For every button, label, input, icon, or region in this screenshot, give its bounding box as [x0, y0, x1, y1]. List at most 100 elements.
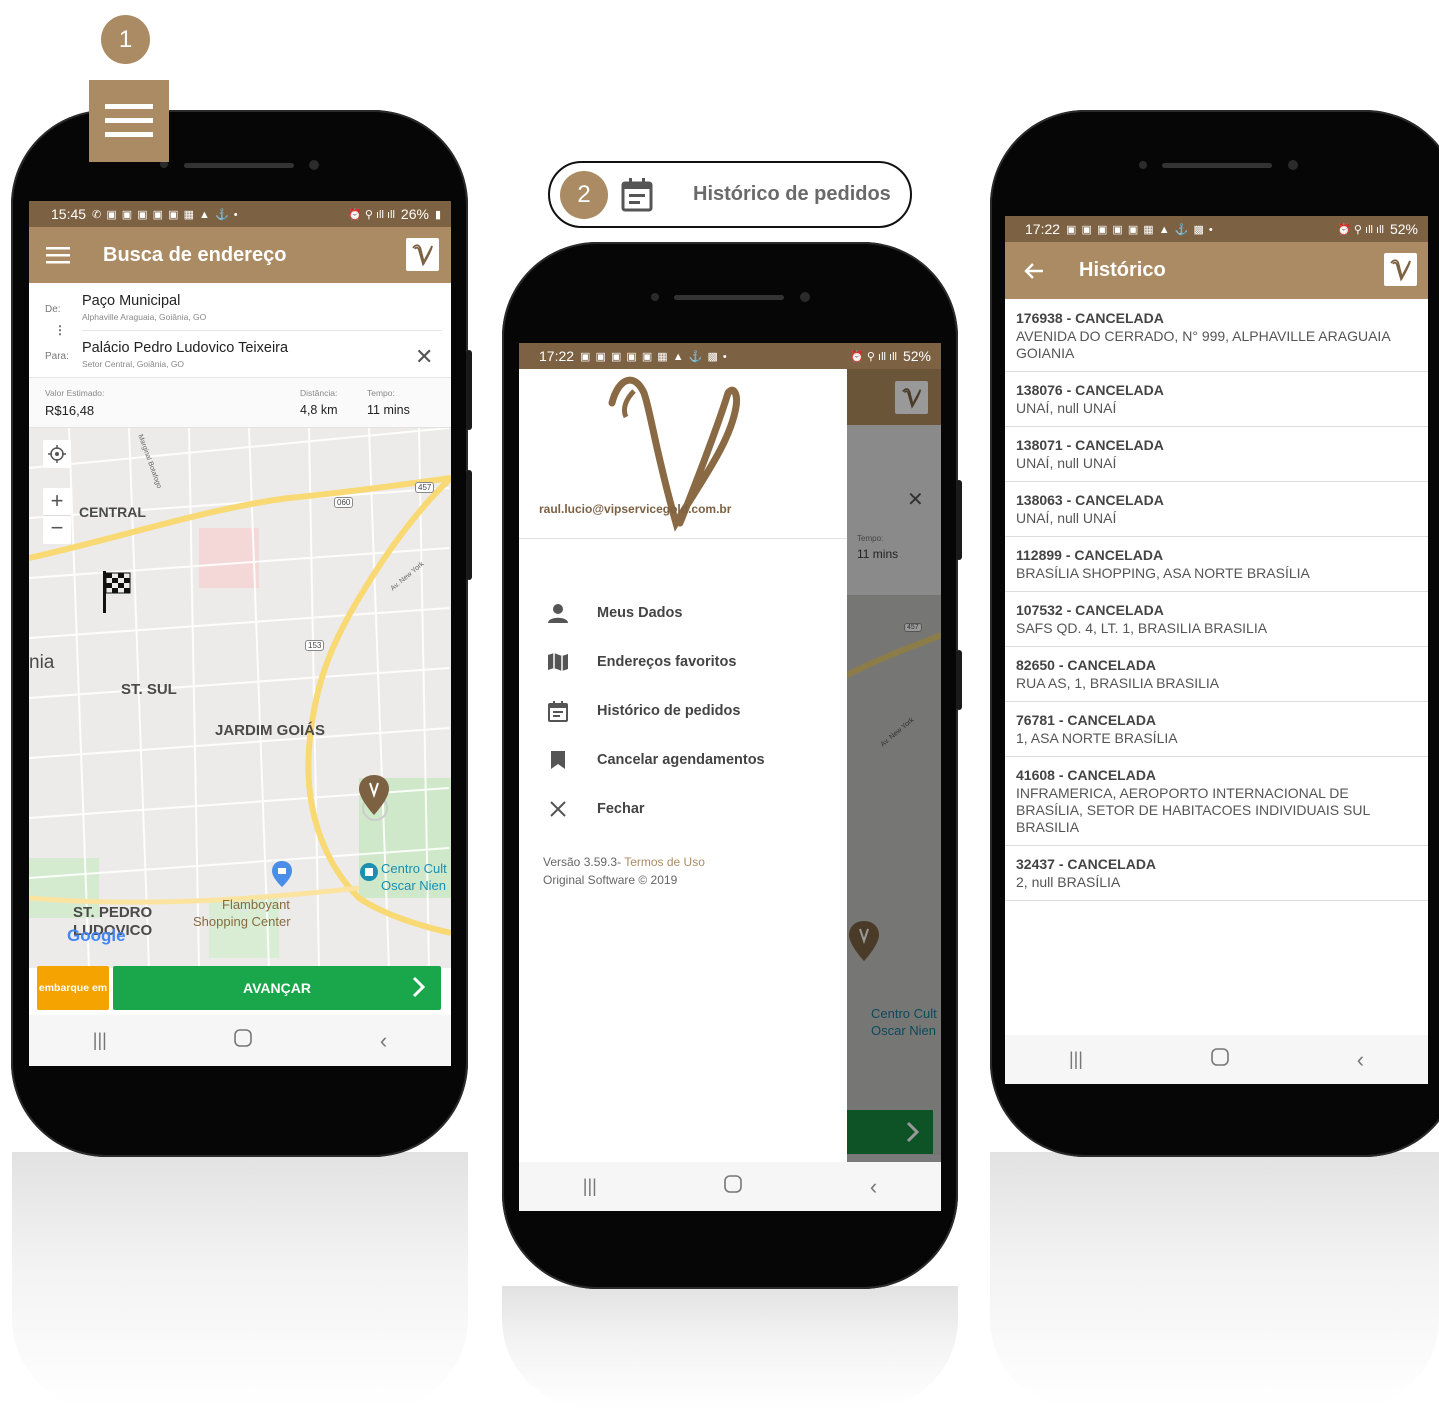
checkered-flag-icon [103, 571, 133, 618]
order-row[interactable]: 138076 - CANCELADA UNAÍ, null UNAÍ [1005, 372, 1428, 427]
navigation-drawer: raul.lucio@vipservicegold.com.br Meus Da… [519, 369, 847, 1162]
order-history-list: 176938 - CANCELADA AVENIDA DO CERRADO, N°… [1005, 300, 1428, 1035]
back-icon[interactable]: ‹ [870, 1174, 877, 1200]
step-2-label: Histórico de pedidos [693, 183, 891, 205]
drawer-item-label: Histórico de pedidos [597, 703, 741, 719]
from-name: Paço Municipal [82, 293, 181, 309]
time-label: Tempo: [367, 388, 395, 398]
zoom-controls: + − [43, 488, 71, 544]
google-logo: Google [67, 926, 126, 945]
home-icon[interactable] [1211, 1048, 1229, 1071]
embarque-button[interactable]: embarque em [37, 966, 109, 1010]
from-field[interactable]: Paço Municipal Alphaville Araguaia, Goiâ… [82, 293, 442, 331]
order-row[interactable]: 41608 - CANCELADA INFRAMERICA, AEROPORTO … [1005, 757, 1428, 846]
value-label: Valor Estimado: [45, 388, 105, 398]
order-address: SAFS QD. 4, LT. 1, BRASILIA BRASILIA [1016, 620, 1268, 636]
map-label-st-pedro: ST. PEDRO [73, 904, 153, 921]
menu-icon[interactable] [29, 246, 87, 264]
drawer-item-historico[interactable]: Histórico de pedidos [519, 696, 847, 726]
drawer-item-enderecos[interactable]: Endereços favoritos [519, 647, 847, 677]
map-view[interactable]: CENTRAL nia ST. SUL JARDIM GOIÁS ST. PED… [29, 428, 451, 968]
to-address: Setor Central, Goiânia, GO [82, 359, 185, 369]
brand-logo-icon [406, 238, 439, 271]
order-title: 107532 - CANCELADA [1016, 602, 1164, 618]
version-text: Versão 3.59.3 [543, 855, 618, 869]
drawer-item-fechar[interactable]: Fechar [519, 794, 847, 824]
home-icon[interactable] [724, 1175, 743, 1198]
shopping-pin-icon [272, 861, 292, 892]
clear-destination-icon[interactable]: ✕ [415, 346, 433, 368]
order-row[interactable]: 176938 - CANCELADA AVENIDA DO CERRADO, N°… [1005, 300, 1428, 372]
order-row[interactable]: 76781 - CANCELADA 1, ASA NORTE BRASÍLIA [1005, 702, 1428, 757]
step-1-badge: 1 [101, 15, 150, 64]
order-title: 138071 - CANCELADA [1016, 437, 1164, 453]
step-2-callout: 2 Histórico de pedidos [548, 161, 912, 228]
battery-level: 26% [400, 206, 429, 222]
phone-speaker [1162, 163, 1272, 168]
back-arrow-icon[interactable] [1005, 262, 1063, 280]
museum-pin-icon [359, 862, 379, 887]
distance-value: 4,8 km [300, 403, 338, 417]
drawer-item-label: Meus Dados [597, 605, 683, 621]
phone-speaker [674, 295, 784, 300]
estimated-value: R$16,48 [45, 403, 95, 418]
behind-time-value: 11 mins [857, 547, 899, 561]
locate-me-icon[interactable] [43, 440, 71, 468]
recents-icon[interactable]: ||| [583, 1176, 597, 1197]
map-label-st-sul: ST. SUL [121, 681, 177, 698]
zoom-in-icon[interactable]: + [43, 488, 71, 516]
order-row[interactable]: 138071 - CANCELADA UNAÍ, null UNAÍ [1005, 427, 1428, 482]
order-row[interactable]: 112899 - CANCELADA BRASÍLIA SHOPPING, ASA… [1005, 537, 1428, 592]
version-info: Versão 3.59.3- Termos de Uso Original So… [543, 855, 705, 887]
step-1-number: 1 [118, 25, 133, 53]
phone-camera [800, 292, 810, 302]
side-button [466, 350, 472, 430]
drawer-item-cancelar[interactable]: Cancelar agendamentos [519, 745, 847, 775]
phone1-screen: 15:45 ✆ ▣ ▣ ▣ ▣ ▣ ▦ ▲ ⚓ • ⏰ ⚲ ıll ıll 26… [29, 201, 451, 1066]
advance-button[interactable]: AVANÇAR [113, 966, 441, 1010]
behind-centro-cultural: Centro Cult [871, 1006, 937, 1021]
battery-level: 52% [1389, 221, 1418, 237]
order-title: 138076 - CANCELADA [1016, 382, 1164, 398]
order-row[interactable]: 138063 - CANCELADA UNAÍ, null UNAÍ [1005, 482, 1428, 537]
order-address: BRASÍLIA SHOPPING, ASA NORTE BRASÍLIA [1016, 565, 1310, 581]
android-nav-bar: ||| ‹ [29, 1015, 451, 1066]
phone1-reflection [12, 1152, 468, 1409]
close-icon: ✕ [907, 489, 924, 511]
close-icon [519, 800, 597, 818]
drawer-header: raul.lucio@vipservicegold.com.br [519, 369, 847, 539]
status-bar: 17:22 ▣ ▣ ▣ ▣ ▣ ▦ ▲ ⚓ ▩ • ⏰ ⚲ ıll ıll 52… [519, 343, 941, 369]
to-field[interactable]: Palácio Pedro Ludovico Teixeira Setor Ce… [82, 340, 402, 376]
map-label-centro-cultural: Centro Cult [381, 861, 447, 876]
terms-link[interactable]: Termos de Uso [624, 855, 705, 869]
step-2-number: 2 [577, 181, 591, 208]
order-row[interactable]: 107532 - CANCELADA SAFS QD. 4, LT. 1, BRA… [1005, 592, 1428, 647]
back-icon[interactable]: ‹ [1357, 1047, 1364, 1073]
recents-icon[interactable]: ||| [1069, 1049, 1083, 1070]
drawer-item-meus-dados[interactable]: Meus Dados [519, 598, 847, 628]
zoom-out-icon[interactable]: − [43, 516, 71, 544]
phone-sensor [1139, 161, 1147, 169]
step-2-badge: 2 [560, 171, 608, 219]
order-row[interactable]: 32437 - CANCELADA 2, null BRASÍLIA [1005, 846, 1428, 901]
drawer-item-label: Fechar [597, 801, 645, 817]
copyright-text: Original Software © 2019 [543, 873, 678, 887]
more-dots-icon: ⋮ [54, 323, 66, 337]
back-icon[interactable]: ‹ [380, 1028, 387, 1054]
battery-level: 52% [902, 348, 931, 364]
recents-icon[interactable]: ||| [93, 1030, 107, 1051]
home-icon[interactable] [234, 1029, 253, 1052]
advance-label: AVANÇAR [243, 980, 311, 996]
page-title: Busca de endereço [103, 243, 287, 266]
menu-highlight-button[interactable] [89, 80, 169, 162]
menu-icon-large [105, 104, 153, 137]
estimate-panel: Valor Estimado: R$16,48 Distância: 4,8 k… [29, 378, 451, 428]
time-value: 11 mins [367, 403, 410, 417]
map-pin-icon [849, 921, 879, 966]
map-pin-icon [359, 775, 389, 820]
order-row[interactable]: 82650 - CANCELADA RUA AS, 1, BRASILIA BRA… [1005, 647, 1428, 702]
side-button [956, 480, 962, 560]
phone3-reflection [990, 1152, 1439, 1409]
user-email: raul.lucio@vipservicegold.com.br [539, 502, 732, 516]
order-title: 138063 - CANCELADA [1016, 492, 1164, 508]
